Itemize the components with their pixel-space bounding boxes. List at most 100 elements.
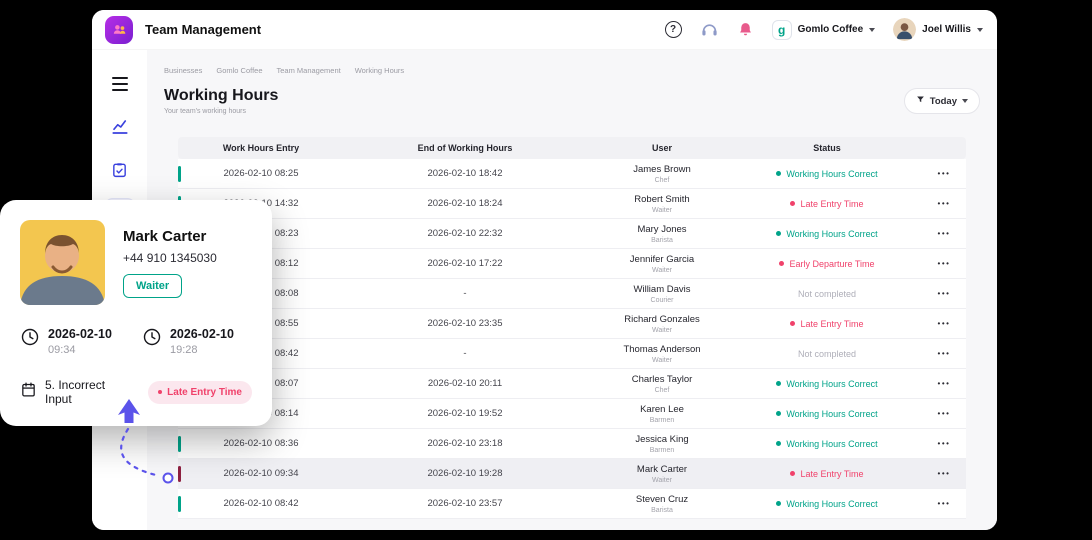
row-actions-button[interactable]: ••• xyxy=(922,469,966,478)
user-menu[interactable]: Joel Willis xyxy=(893,18,983,41)
row-actions-button[interactable]: ••• xyxy=(922,499,966,508)
status-cell: Late Entry Time xyxy=(732,319,922,329)
status-badge: Late Entry Time xyxy=(790,469,863,479)
user-name: Jennifer Garcia xyxy=(630,254,694,265)
breadcrumb-item-team-management[interactable]: Team Management xyxy=(277,66,341,75)
status-cell: Not completed xyxy=(732,289,922,299)
status-badge: Working Hours Correct xyxy=(776,499,877,509)
user-cell: Thomas Anderson Waiter xyxy=(592,344,732,364)
title-row: Working Hours Your team's working hours … xyxy=(164,87,980,115)
table-row[interactable]: 2026-02-10 08:25 2026-02-10 18:42 James … xyxy=(178,159,966,189)
role-badge: Waiter xyxy=(123,274,182,298)
table-row[interactable]: 2026-02-10 08:08 - William Davis Courier… xyxy=(178,279,966,309)
user-cell: Richard Gonzales Waiter xyxy=(592,314,732,334)
more-icon: ••• xyxy=(938,169,951,178)
business-switcher[interactable]: g Gomlo Coffee xyxy=(772,20,876,40)
row-accent-bar xyxy=(178,436,181,452)
row-actions-button[interactable]: ••• xyxy=(922,169,966,178)
profile-phone: +44 910 1345030 xyxy=(123,251,217,265)
user-role: Waiter xyxy=(652,477,672,484)
breadcrumb-item-business[interactable]: Gomlo Coffee xyxy=(216,66,262,75)
table-row[interactable]: 2026-02-10 08:23 2026-02-10 22:32 Mary J… xyxy=(178,219,966,249)
end-time-block: 2026-02-10 19:28 xyxy=(142,327,234,356)
end-cell: 2026-02-10 18:24 xyxy=(338,198,592,209)
profile-incident-row: 5. Incorrect Input Late Entry Time xyxy=(20,378,252,406)
more-icon: ••• xyxy=(938,289,951,298)
table-row[interactable]: 2026-02-10 09:34 2026-02-10 19:28 Mark C… xyxy=(178,459,966,489)
sidebar-item-tasks[interactable] xyxy=(105,156,135,186)
row-actions-button[interactable]: ••• xyxy=(922,199,966,208)
table-row[interactable]: 2026-02-10 08:12 2026-02-10 17:22 Jennif… xyxy=(178,249,966,279)
chevron-down-icon xyxy=(977,28,983,32)
status-cell: Working Hours Correct xyxy=(732,409,922,419)
user-name: Thomas Anderson xyxy=(623,344,700,355)
status-cell: Late Entry Time xyxy=(732,469,922,479)
user-role: Courier xyxy=(651,297,674,304)
status-badge: Late Entry Time xyxy=(790,319,863,329)
row-actions-button[interactable]: ••• xyxy=(922,229,966,238)
user-role: Barmen xyxy=(650,417,675,424)
user-name: Steven Cruz xyxy=(636,494,688,505)
incident-label: 5. Incorrect Input xyxy=(45,378,134,406)
row-actions-button[interactable]: ••• xyxy=(922,409,966,418)
more-icon: ••• xyxy=(938,199,951,208)
user-role: Barista xyxy=(651,237,673,244)
table-row[interactable]: 2026-02-10 08:36 2026-02-10 23:18 Jessic… xyxy=(178,429,966,459)
screen: Team Management ? xyxy=(0,0,1092,540)
row-actions-button[interactable]: ••• xyxy=(922,319,966,328)
row-actions-button[interactable]: ••• xyxy=(922,259,966,268)
profile-card: Mark Carter +44 910 1345030 Waiter 2026-… xyxy=(0,200,272,426)
user-role: Barista xyxy=(651,507,673,514)
app-logo-icon xyxy=(105,16,133,44)
profile-times: 2026-02-10 09:34 2026-02-10 19:28 xyxy=(20,327,252,356)
header-status: Status xyxy=(732,143,922,153)
working-hours-table: Work Hours Entry End of Working Hours Us… xyxy=(178,137,966,519)
clock-icon xyxy=(142,327,162,352)
page-title: Working Hours xyxy=(164,87,278,105)
row-actions-button[interactable]: ••• xyxy=(922,379,966,388)
user-name: Karen Lee xyxy=(640,404,684,415)
end-cell: 2026-02-10 18:42 xyxy=(338,168,592,179)
clock-icon xyxy=(20,327,40,352)
help-icon[interactable]: ? xyxy=(665,21,682,38)
user-name: Mary Jones xyxy=(637,224,686,235)
row-actions-button[interactable]: ••• xyxy=(922,439,966,448)
date-filter-button[interactable]: Today xyxy=(904,88,980,114)
table-header: Work Hours Entry End of Working Hours Us… xyxy=(178,137,966,159)
status-cell: Late Entry Time xyxy=(732,199,922,209)
table-row[interactable]: 2026-02-10 08:42 - Thomas Anderson Waite… xyxy=(178,339,966,369)
user-cell: Steven Cruz Barista xyxy=(592,494,732,514)
chevron-down-icon xyxy=(869,28,875,32)
more-icon: ••• xyxy=(938,319,951,328)
row-actions-button[interactable]: ••• xyxy=(922,289,966,298)
user-cell: Jennifer Garcia Waiter xyxy=(592,254,732,274)
support-headset-icon[interactable] xyxy=(700,20,719,39)
status-badge: Working Hours Correct xyxy=(776,229,877,239)
breadcrumb-item-working-hours[interactable]: Working Hours xyxy=(355,66,404,75)
table-row[interactable]: 2026-02-10 08:14 2026-02-10 19:52 Karen … xyxy=(178,399,966,429)
entry-cell: 2026-02-10 09:34 xyxy=(184,468,338,479)
status-cell: Working Hours Correct xyxy=(732,229,922,239)
end-cell: 2026-02-10 23:35 xyxy=(338,318,592,329)
row-accent-bar xyxy=(178,466,181,482)
end-cell: 2026-02-10 23:57 xyxy=(338,498,592,509)
notifications-bell-icon[interactable] xyxy=(737,21,754,38)
clipboard-icon xyxy=(111,161,128,182)
table-row[interactable]: 2026-02-10 08:55 2026-02-10 23:35 Richar… xyxy=(178,309,966,339)
user-role: Waiter xyxy=(652,327,672,334)
row-actions-button[interactable]: ••• xyxy=(922,349,966,358)
table-row[interactable]: 2026-02-10 08:07 2026-02-10 20:11 Charle… xyxy=(178,369,966,399)
end-cell: 2026-02-10 20:11 xyxy=(338,378,592,389)
end-cell: 2026-02-10 19:28 xyxy=(338,468,592,479)
date-filter-label: Today xyxy=(930,96,957,107)
menu-toggle-button[interactable] xyxy=(105,70,135,100)
sidebar-item-analytics[interactable] xyxy=(105,113,135,143)
table-row[interactable]: 2026-02-10 08:42 2026-02-10 23:57 Steven… xyxy=(178,489,966,519)
entry-time-block: 2026-02-10 09:34 xyxy=(20,327,112,356)
user-name: Jessica King xyxy=(635,434,688,445)
status-badge: Working Hours Correct xyxy=(776,439,877,449)
breadcrumb-item-businesses[interactable]: Businesses xyxy=(164,66,202,75)
user-role: Waiter xyxy=(652,267,672,274)
user-cell: Charles Taylor Chef xyxy=(592,374,732,394)
table-row[interactable]: 2026-02-10 14:32 2026-02-10 18:24 Robert… xyxy=(178,189,966,219)
